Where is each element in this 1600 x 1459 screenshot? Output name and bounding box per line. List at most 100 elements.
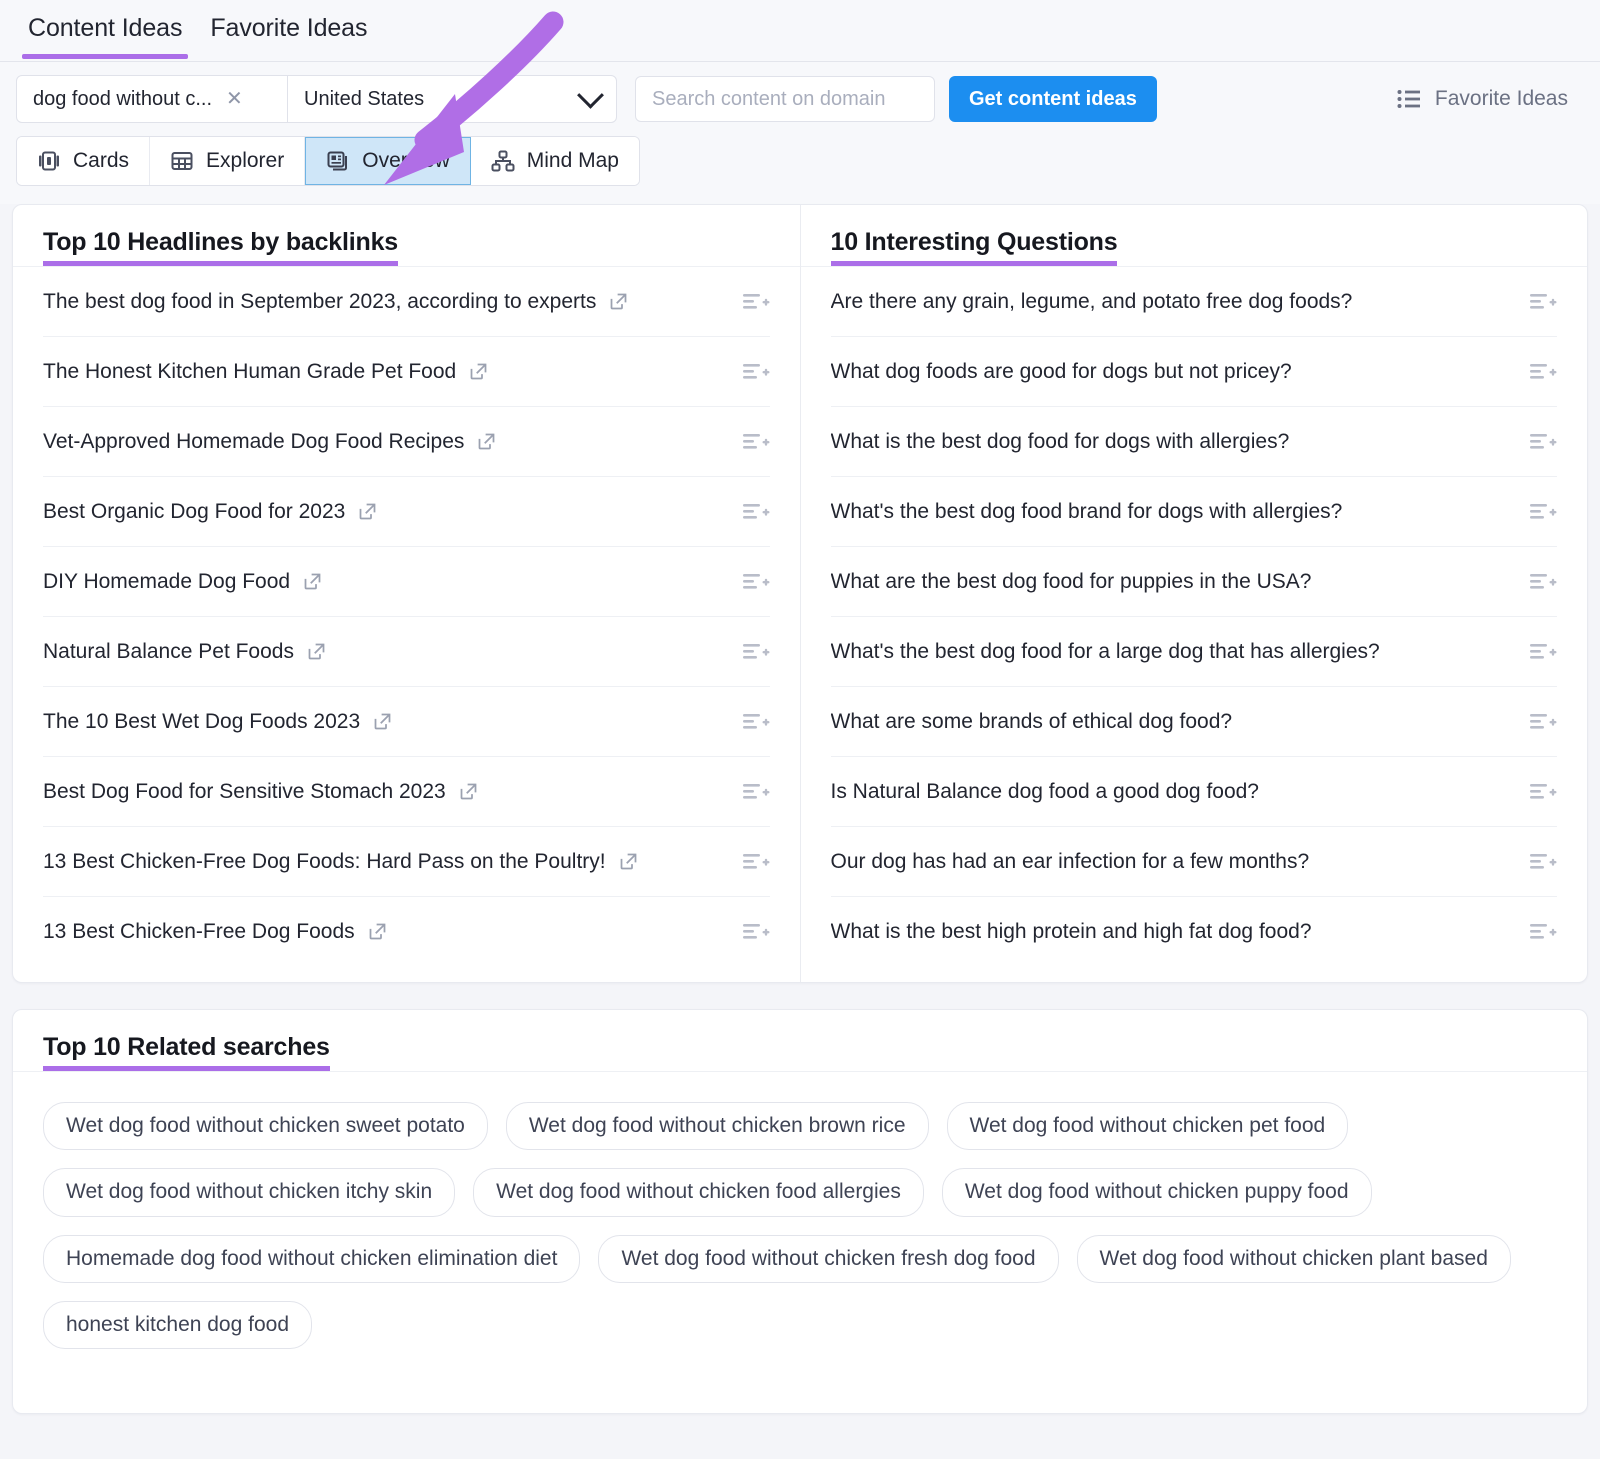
table-row[interactable]: The 10 Best Wet Dog Foods 2023 xyxy=(43,687,770,757)
table-row[interactable]: What are some brands of ethical dog food… xyxy=(830,687,1557,757)
add-to-list-icon[interactable] xyxy=(742,430,770,454)
overview-icon xyxy=(327,151,348,171)
headline-row-content: Best Dog Food for Sensitive Stomach 2023 xyxy=(43,780,479,804)
question-label: Is Natural Balance dog food a good dog f… xyxy=(830,779,1260,803)
related-search-tag[interactable]: Wet dog food without chicken fresh dog f… xyxy=(598,1234,1059,1283)
overview-panels-card: Top 10 Headlines by backlinks The best d… xyxy=(12,204,1588,983)
questions-panel-header: 10 Interesting Questions xyxy=(800,205,1587,267)
external-link-icon[interactable] xyxy=(608,291,629,312)
headline-row-content: 13 Best Chicken-Free Dog Foods xyxy=(43,920,388,944)
country-select[interactable]: United States xyxy=(288,76,616,122)
add-to-list-icon[interactable] xyxy=(742,920,770,944)
headlines-list: The best dog food in September 2023, acc… xyxy=(13,267,800,982)
view-mode-cards[interactable]: Cards xyxy=(17,137,151,185)
question-row-content: What is the best high protein and high f… xyxy=(831,920,1312,944)
external-link-icon[interactable] xyxy=(357,501,378,522)
add-to-list-icon[interactable] xyxy=(742,570,770,594)
related-search-tag[interactable]: honest kitchen dog food xyxy=(43,1300,313,1349)
related-search-tag[interactable]: Wet dog food without chicken sweet potat… xyxy=(43,1102,488,1151)
add-to-list-icon[interactable] xyxy=(1529,640,1557,664)
external-link-icon[interactable] xyxy=(367,921,388,942)
add-to-list-icon[interactable] xyxy=(1529,500,1557,524)
related-search-tag[interactable]: Wet dog food without chicken pet food xyxy=(946,1102,1349,1151)
add-to-list-icon[interactable] xyxy=(1529,850,1557,874)
related-search-tag[interactable]: Homemade dog food without chicken elimin… xyxy=(43,1234,581,1283)
view-mode-overview-label: Overview xyxy=(362,149,450,172)
table-row[interactable]: What's the best dog food for a large dog… xyxy=(830,617,1557,687)
question-row-content: Our dog has had an ear infection for a f… xyxy=(831,850,1310,874)
question-row-content: What dog foods are good for dogs but not… xyxy=(831,360,1292,384)
keyword-country-group: dog food without c... ✕ United States xyxy=(16,75,617,123)
table-row[interactable]: Best Organic Dog Food for 2023 xyxy=(43,477,770,547)
table-row[interactable]: What are the best dog food for puppies i… xyxy=(830,547,1557,617)
table-row[interactable]: Vet-Approved Homemade Dog Food Recipes xyxy=(43,407,770,477)
search-content-on-domain-input[interactable] xyxy=(635,76,935,122)
external-link-icon[interactable] xyxy=(618,851,639,872)
headlines-panel: Top 10 Headlines by backlinks The best d… xyxy=(13,205,801,982)
table-row[interactable]: What dog foods are good for dogs but not… xyxy=(830,337,1557,407)
table-row[interactable]: Are there any grain, legume, and potato … xyxy=(830,267,1557,337)
headline-row-content: 13 Best Chicken-Free Dog Foods: Hard Pas… xyxy=(43,850,639,874)
related-search-tag[interactable]: Wet dog food without chicken brown rice xyxy=(505,1102,929,1151)
headline-row-content: DIY Homemade Dog Food xyxy=(43,570,323,594)
add-to-list-icon[interactable] xyxy=(1529,710,1557,734)
question-label: What's the best dog food brand for dogs … xyxy=(830,499,1343,523)
add-to-list-icon[interactable] xyxy=(1529,430,1557,454)
table-row[interactable]: Is Natural Balance dog food a good dog f… xyxy=(830,757,1557,827)
table-row[interactable]: 13 Best Chicken-Free Dog Foods xyxy=(43,897,770,966)
add-to-list-icon[interactable] xyxy=(742,290,770,314)
table-row[interactable]: Natural Balance Pet Foods xyxy=(43,617,770,687)
view-mode-cards-label: Cards xyxy=(73,149,130,172)
view-mode-explorer-label: Explorer xyxy=(206,149,285,172)
table-row[interactable]: What is the best high protein and high f… xyxy=(831,897,1558,966)
add-to-list-icon[interactable] xyxy=(1529,570,1557,594)
add-to-list-icon[interactable] xyxy=(1529,360,1557,384)
add-to-list-icon[interactable] xyxy=(742,500,770,524)
add-to-list-icon[interactable] xyxy=(1529,780,1557,804)
question-row-content: What is the best dog food for dogs with … xyxy=(831,430,1290,454)
table-row[interactable]: The best dog food in September 2023, acc… xyxy=(43,267,770,337)
table-row[interactable]: 13 Best Chicken-Free Dog Foods: Hard Pas… xyxy=(43,827,770,897)
add-to-list-icon[interactable] xyxy=(1529,290,1557,314)
related-search-tag[interactable]: Wet dog food without chicken puppy food xyxy=(941,1168,1372,1217)
clear-keyword-icon[interactable]: ✕ xyxy=(226,89,243,109)
related-search-tag[interactable]: Wet dog food without chicken food allerg… xyxy=(473,1168,924,1217)
external-link-icon[interactable] xyxy=(468,361,489,382)
view-mode-explorer[interactable]: Explorer xyxy=(150,137,306,185)
questions-panel-title: 10 Interesting Questions xyxy=(830,229,1118,267)
table-row[interactable]: What's the best dog food brand for dogs … xyxy=(830,477,1557,547)
table-row[interactable]: The Honest Kitchen Human Grade Pet Food xyxy=(43,337,770,407)
view-mode-mind-map[interactable]: Mind Map xyxy=(470,137,639,185)
favorite-ideas-link[interactable]: Favorite Ideas xyxy=(1397,87,1584,111)
external-link-icon[interactable] xyxy=(306,641,327,662)
related-search-tag[interactable]: Wet dog food without chicken plant based xyxy=(1076,1234,1511,1283)
add-to-list-icon[interactable] xyxy=(1529,920,1557,944)
headline-row-content: The 10 Best Wet Dog Foods 2023 xyxy=(43,710,393,734)
add-to-list-icon[interactable] xyxy=(742,780,770,804)
question-label: What dog foods are good for dogs but not… xyxy=(830,359,1292,383)
external-link-icon[interactable] xyxy=(302,571,323,592)
headline-label: Best Organic Dog Food for 2023 xyxy=(43,499,346,523)
table-row[interactable]: DIY Homemade Dog Food xyxy=(43,547,770,617)
add-to-list-icon[interactable] xyxy=(742,850,770,874)
keyword-field[interactable]: dog food without c... ✕ xyxy=(17,76,287,122)
table-row[interactable]: What is the best dog food for dogs with … xyxy=(830,407,1557,477)
view-mode-overview[interactable]: Overview xyxy=(305,137,471,185)
tab-favorite-ideas[interactable]: Favorite Ideas xyxy=(196,14,381,59)
related-search-tag[interactable]: Wet dog food without chicken itchy skin xyxy=(43,1168,456,1217)
view-mode-segmented-control: Cards Explorer Overview Mind Map xyxy=(16,136,640,186)
add-to-list-icon[interactable] xyxy=(742,640,770,664)
add-to-list-icon[interactable] xyxy=(742,360,770,384)
view-mode-bar: Cards Explorer Overview Mind Map xyxy=(0,136,1600,204)
external-link-icon[interactable] xyxy=(476,431,497,452)
external-link-icon[interactable] xyxy=(458,781,479,802)
table-row[interactable]: Best Dog Food for Sensitive Stomach 2023 xyxy=(43,757,770,827)
table-row[interactable]: Our dog has had an ear infection for a f… xyxy=(830,827,1557,897)
favorite-ideas-link-label: Favorite Ideas xyxy=(1434,87,1568,110)
external-link-icon[interactable] xyxy=(372,711,393,732)
question-label: Our dog has had an ear infection for a f… xyxy=(830,849,1310,873)
add-to-list-icon[interactable] xyxy=(742,710,770,734)
tab-content-ideas[interactable]: Content Ideas xyxy=(14,14,196,59)
related-searches-tags: Wet dog food without chicken sweet potat… xyxy=(13,1072,1587,1413)
get-content-ideas-button[interactable]: Get content ideas xyxy=(949,76,1157,122)
